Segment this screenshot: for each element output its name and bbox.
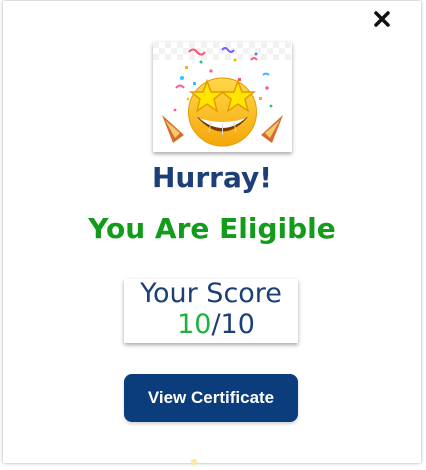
score-card: Your Score 10/10	[124, 279, 298, 343]
view-certificate-button[interactable]: View Certificate	[124, 374, 298, 422]
close-icon	[374, 11, 390, 27]
close-button[interactable]	[371, 8, 393, 30]
score-separator: /	[211, 309, 221, 340]
dialog-title: Hurray!	[151, 161, 273, 194]
star-struck-emoji-icon	[153, 42, 292, 152]
celebration-image	[153, 42, 292, 152]
eligibility-dialog: Hurray! You Are Eligible Your Score 10/1…	[3, 1, 421, 463]
score-total: 10	[220, 309, 255, 340]
eligibility-message: You Are Eligible	[88, 212, 336, 245]
score-current: 10	[177, 309, 212, 340]
score-label: Your Score	[140, 278, 282, 309]
score-value: 10/10	[124, 309, 298, 341]
